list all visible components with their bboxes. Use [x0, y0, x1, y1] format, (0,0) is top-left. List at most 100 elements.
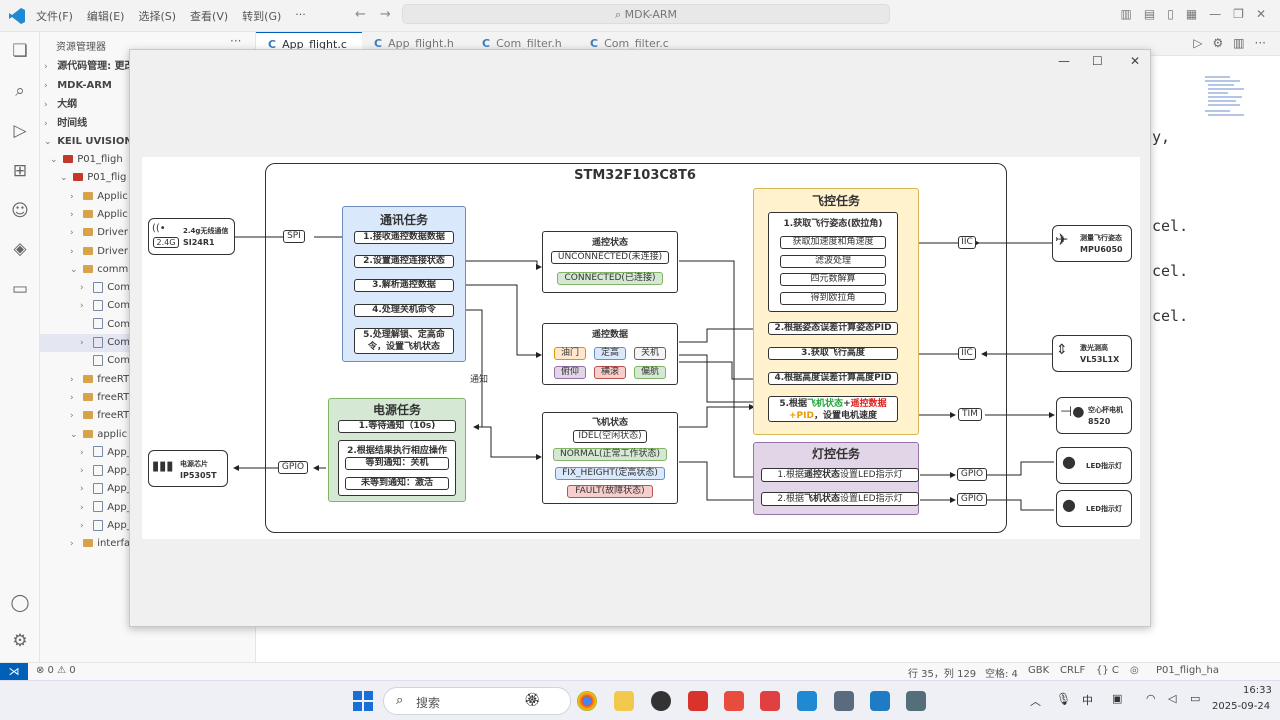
mpu-chip: MPU6050: [1080, 245, 1123, 254]
laser-name: 激光测高: [1080, 344, 1108, 352]
indent-spaces[interactable]: 空格: 4: [985, 665, 1018, 680]
end-of-line[interactable]: CRLF: [1060, 665, 1085, 676]
windows-start-icon[interactable]: [353, 691, 373, 711]
tree-item-label: applic: [97, 428, 128, 440]
volume-icon[interactable]: ◁: [1168, 692, 1176, 705]
minimap[interactable]: [1200, 74, 1250, 134]
run-icon[interactable]: ▷: [1193, 36, 1202, 50]
project-name[interactable]: P01_fligh_ha: [1156, 665, 1244, 676]
menu-select[interactable]: 选择(S): [138, 8, 176, 24]
more-icon[interactable]: ···: [1255, 36, 1266, 50]
menu-goto[interactable]: 转到(G): [242, 8, 281, 24]
explorer-icon[interactable]: ❏: [9, 40, 31, 62]
c-file-icon: [93, 281, 104, 293]
menu-file[interactable]: 文件(F): [36, 8, 73, 24]
camera-icon[interactable]: [906, 691, 926, 711]
close-icon[interactable]: ✕: [1256, 7, 1266, 21]
c-file-icon: [93, 354, 104, 366]
back-arrow-icon[interactable]: ←: [355, 7, 366, 22]
chevron-icon: ›: [80, 466, 84, 477]
tree-item-label: freeRT: [97, 391, 130, 403]
tray-chevron-icon[interactable]: ︿: [1030, 693, 1041, 709]
led-step-part: 遥控状态: [803, 470, 840, 480]
flight-state-item: FIX_HEIGHT(定高状态): [555, 467, 665, 480]
sidebar-icon[interactable]: ▯: [1167, 7, 1174, 21]
layout-icon[interactable]: ▥: [1121, 7, 1132, 21]
keil-icon[interactable]: ◈: [9, 238, 31, 260]
file-explorer-icon[interactable]: [614, 691, 634, 711]
ime-icon[interactable]: 中: [1082, 692, 1093, 708]
viewer-close-icon[interactable]: ✕: [1130, 54, 1140, 68]
account-icon[interactable]: ◯: [9, 592, 31, 614]
menu-more[interactable]: ···: [295, 8, 306, 24]
tree-item-label: comm: [97, 263, 129, 275]
copilot-status-icon[interactable]: ◎: [1130, 665, 1139, 676]
remote-data-item: 关机: [634, 347, 666, 360]
flight-step-5-part: +PID: [789, 411, 814, 421]
image-viewer-window[interactable]: — ☐ ✕ STM32F103C8T6 通讯任务 1.接收遥控数据数据 2.设置…: [129, 49, 1151, 627]
chip-title: STM32F103C8T6: [574, 168, 696, 183]
panel-icon[interactable]: ▤: [1144, 7, 1155, 21]
taskbar-search[interactable]: ⌕ 搜索 🏵: [383, 687, 571, 715]
restore-icon[interactable]: ❐: [1233, 7, 1244, 21]
iic-label: IIC: [958, 236, 976, 249]
app-tray-icon[interactable]: ▣: [1112, 692, 1122, 705]
keil-taskbar-icon[interactable]: [870, 691, 890, 711]
vscode-taskbar-icon[interactable]: [797, 691, 817, 711]
chevron-icon: ›: [70, 191, 74, 202]
forward-arrow-icon[interactable]: →: [380, 7, 391, 22]
clock-date[interactable]: 2025-09-24: [1212, 701, 1270, 712]
gear-icon[interactable]: ⚙: [1212, 36, 1223, 50]
copilot-icon[interactable]: ☺: [9, 200, 31, 222]
remote-data-item: 偏航: [634, 366, 666, 379]
laser-chip: VL53L1X: [1080, 355, 1120, 364]
cursor-position[interactable]: 行 35，列 129: [908, 665, 976, 680]
remote-state-item: CONNECTED(已连接): [557, 272, 663, 285]
chevron-icon: ⌄: [70, 429, 78, 440]
folder-icon: [73, 173, 84, 182]
folder-icon: [83, 539, 94, 548]
wifi-icon[interactable]: ◠: [1146, 692, 1156, 705]
file-encoding[interactable]: GBK: [1028, 665, 1049, 676]
calculator-icon[interactable]: [834, 691, 854, 711]
command-center[interactable]: ⌕ MDK-ARM: [402, 4, 890, 24]
extensions-icon[interactable]: ⊞: [9, 160, 31, 182]
more-actions-icon[interactable]: ···: [230, 34, 241, 48]
battery-icon[interactable]: ▭: [1190, 692, 1200, 705]
c-file-icon: [93, 299, 104, 311]
settings-gear-icon[interactable]: ⚙: [9, 630, 31, 652]
microphone-icon[interactable]: 🎙: [1056, 692, 1071, 706]
remote-icon[interactable]: ⋊: [0, 663, 28, 681]
folder-icon[interactable]: ▭: [9, 278, 31, 300]
menu-edit[interactable]: 编辑(E): [87, 8, 125, 24]
led-step-part: 1.根据: [777, 470, 804, 480]
c-file-icon: [93, 336, 104, 348]
wps-icon[interactable]: [688, 691, 708, 711]
led-step: 2.根据飞机状态设置LED指示灯: [761, 492, 919, 506]
app-red2-icon[interactable]: [760, 691, 780, 711]
led-step-part: 设置LED指示灯: [839, 494, 903, 504]
run-debug-icon[interactable]: ▷: [9, 120, 31, 142]
problems-count[interactable]: ⊗ 0 ⚠ 0: [36, 665, 76, 676]
language-mode[interactable]: {} C: [1096, 665, 1119, 676]
chrome-icon[interactable]: [577, 691, 597, 711]
remote-data-item: 油门: [554, 347, 586, 360]
flight-state-title: 飞机状态: [591, 418, 628, 428]
chevron-icon: ›: [80, 301, 84, 312]
viewer-minimize-icon[interactable]: —: [1058, 54, 1070, 68]
flight-step-5-part: +: [843, 399, 851, 409]
minimize-icon[interactable]: —: [1209, 7, 1221, 21]
chevron-icon: ›: [70, 209, 74, 220]
status-bar: ⋊ ⊗ 0 ⚠ 0 行 35，列 129 空格: 4 GBK CRLF {} C…: [0, 662, 1280, 681]
split-editor-icon[interactable]: ▥: [1233, 36, 1244, 50]
taskbar-search-label: 搜索: [416, 696, 441, 710]
app-red-icon[interactable]: [724, 691, 744, 711]
remote-data-item: 横滚: [594, 366, 626, 379]
viewer-maximize-icon[interactable]: ☐: [1092, 54, 1103, 68]
menu-view[interactable]: 查看(V): [190, 8, 228, 24]
app-icon[interactable]: [651, 691, 671, 711]
clock-time[interactable]: 16:33: [1243, 685, 1272, 696]
chevron-icon: ›: [70, 539, 74, 550]
customize-layout-icon[interactable]: ▦: [1186, 7, 1197, 21]
search-icon[interactable]: ⌕: [9, 80, 31, 102]
